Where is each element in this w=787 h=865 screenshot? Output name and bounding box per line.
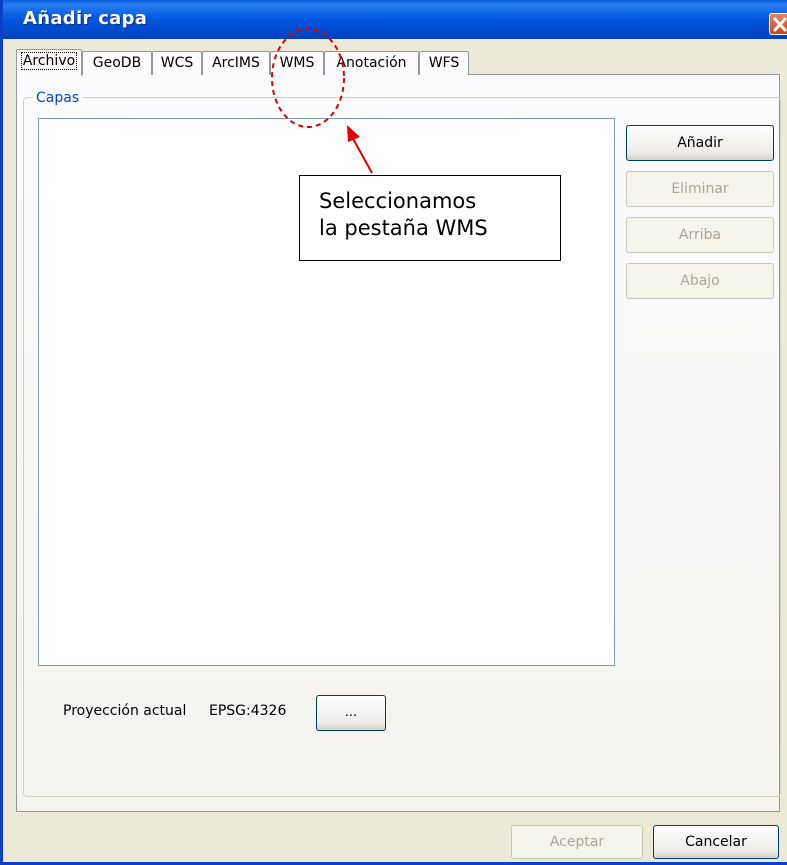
- tab-archivo[interactable]: Archivo: [16, 49, 82, 76]
- tab-label: Archivo: [20, 52, 78, 70]
- add-layer-dialog: Añadir capa Archivo GeoDB WCS ArcIMS WMS…: [0, 0, 787, 865]
- annotation-overlay: [271, 28, 373, 174]
- pointer-arrow-head: [347, 125, 360, 142]
- pointer-arrow-line: [350, 134, 373, 174]
- highlight-ellipse: [271, 28, 345, 128]
